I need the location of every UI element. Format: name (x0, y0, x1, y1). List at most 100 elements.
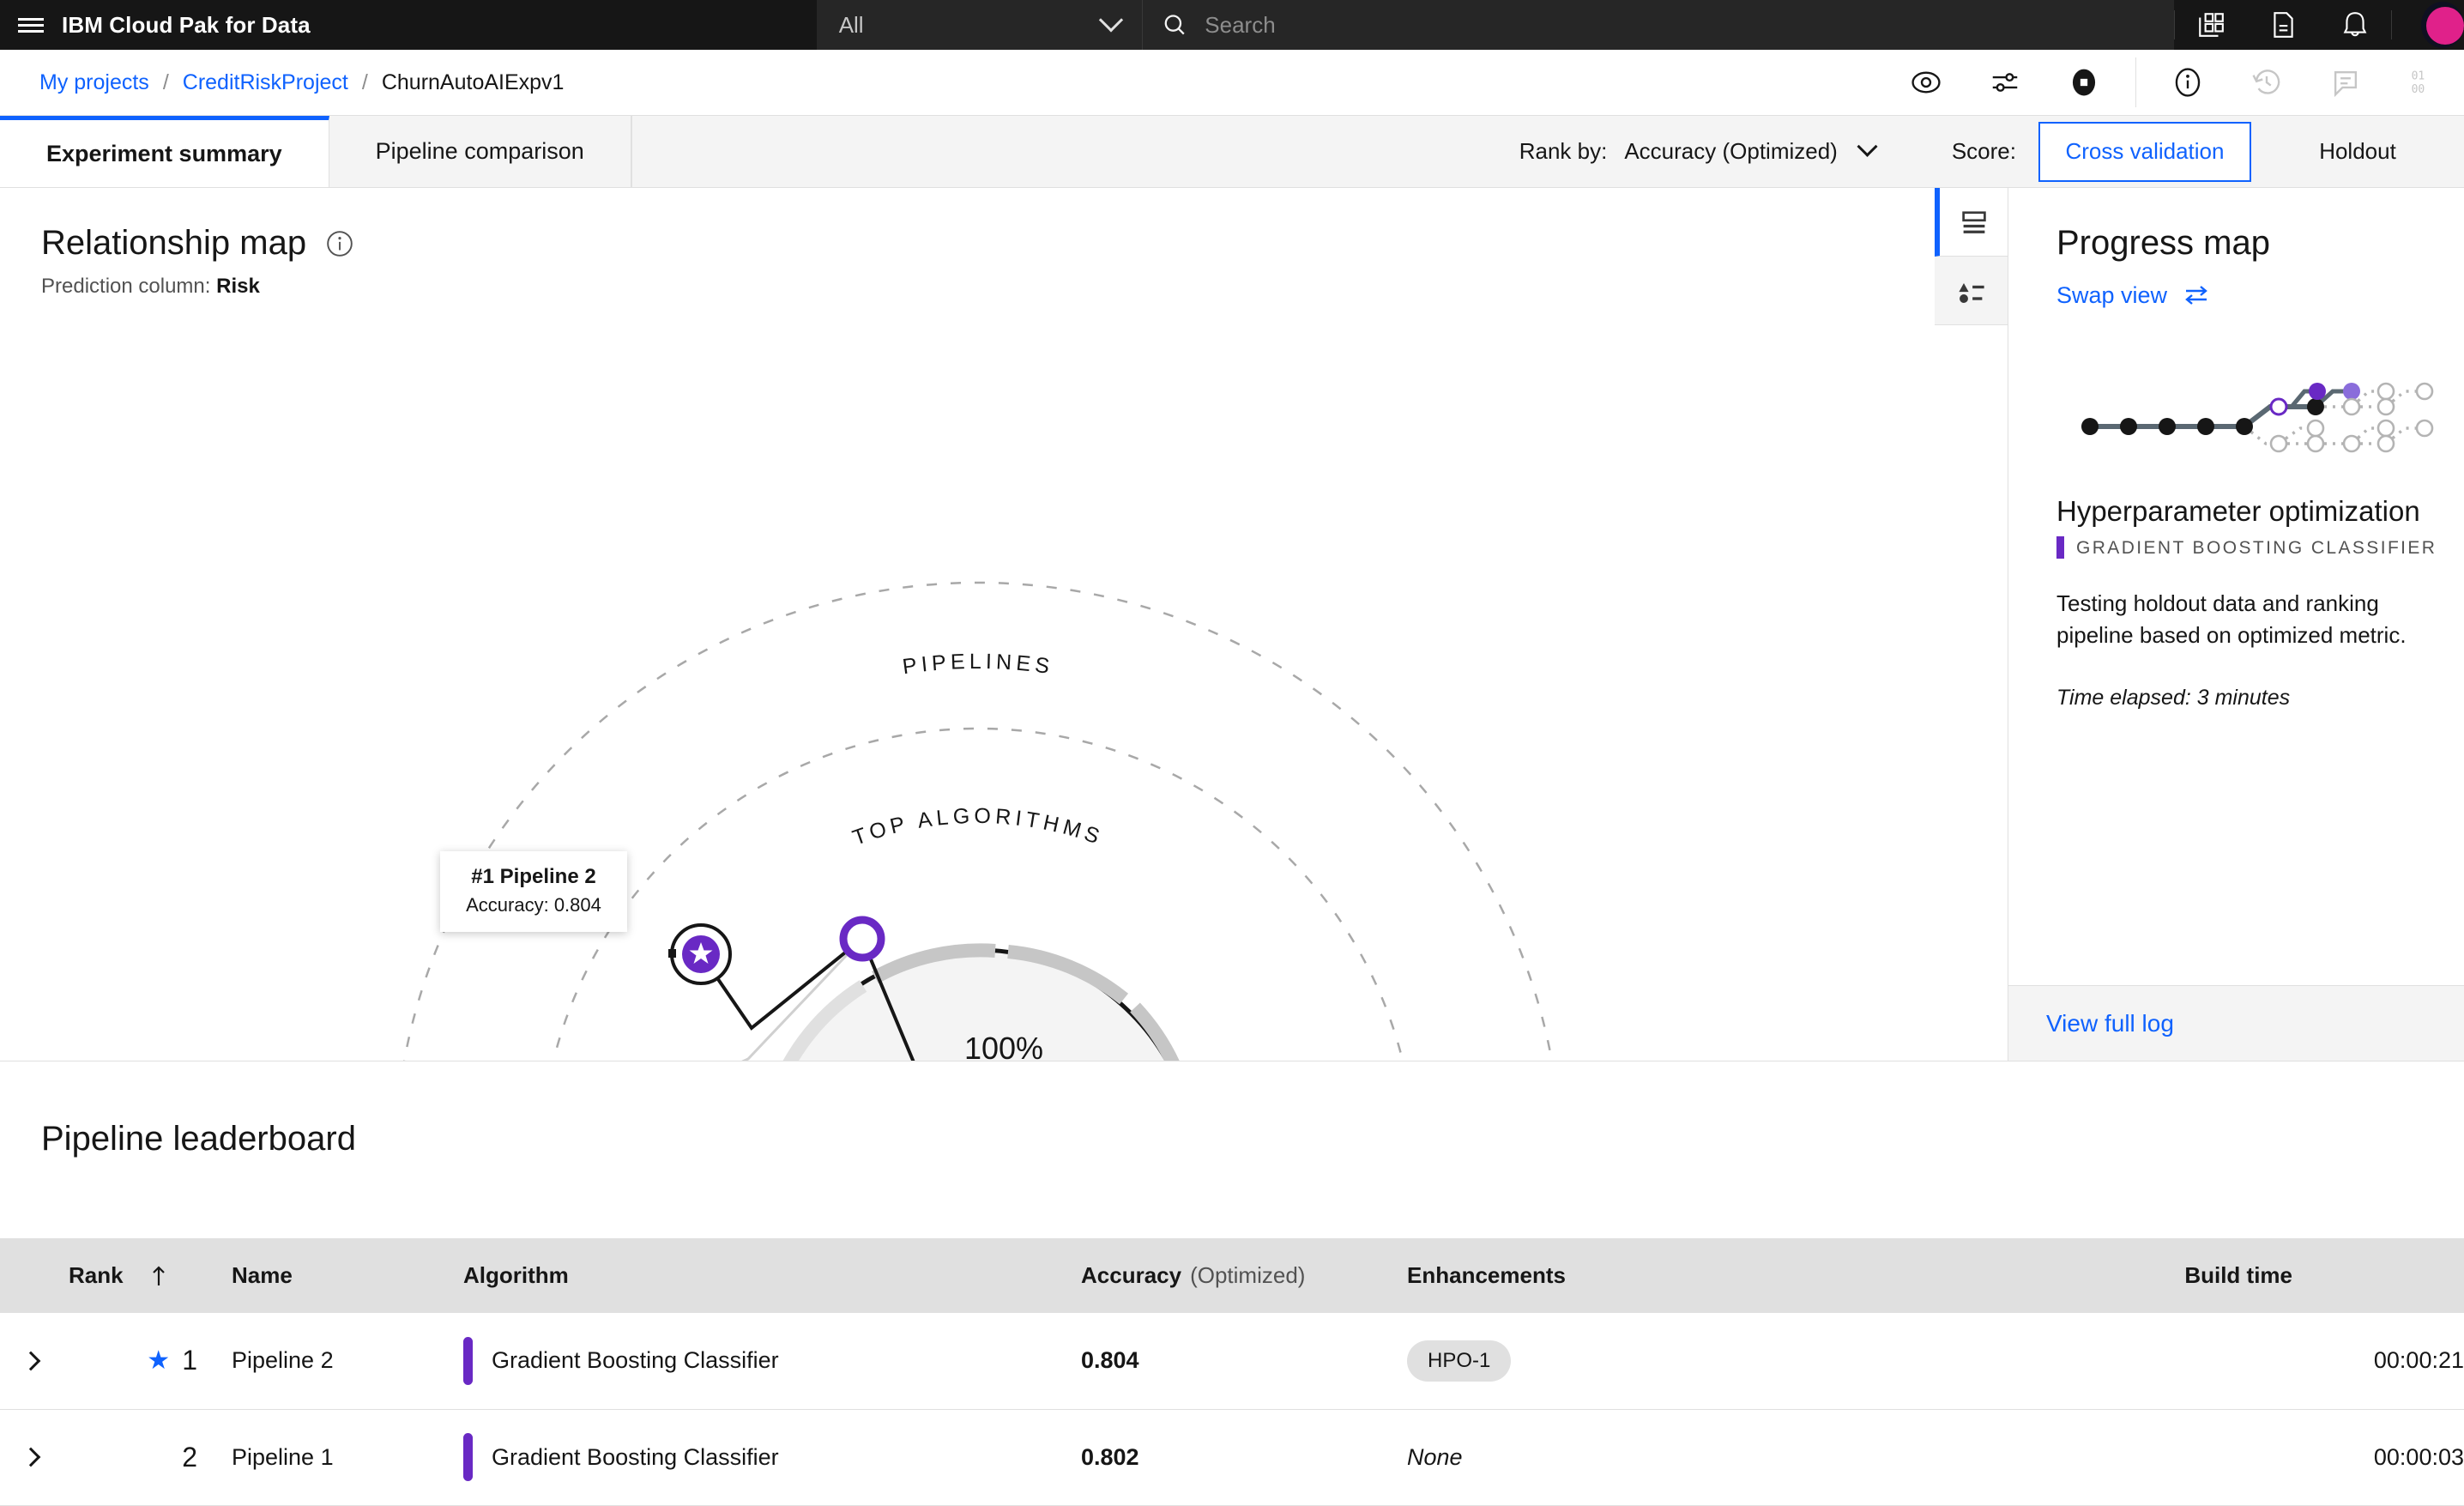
leaderboard-title: Pipeline leaderboard (41, 1120, 356, 1158)
chevron-right-icon[interactable] (21, 1447, 41, 1467)
row-expand-cell[interactable] (0, 1313, 69, 1410)
ring-label-pipelines: PIPELINES (901, 650, 1054, 679)
breadcrumb-item-project[interactable]: CreditRiskProject (183, 70, 348, 95)
tooltip-title: #1 Pipeline 2 (471, 865, 596, 888)
sort-ascending-arrow-icon (152, 1265, 165, 1285)
stop-experiment-icon[interactable] (2044, 50, 2123, 115)
tab-filler (631, 116, 1519, 187)
search-icon (1164, 15, 1185, 35)
relationship-map-panel: Relationship map Prediction column: Risk… (0, 188, 2008, 1061)
tab-pipeline-comparison[interactable]: Pipeline comparison (329, 116, 631, 187)
pipeline-leaderboard-table: Rank Name Algorithm Accuracy (Optimized) (0, 1238, 2464, 1506)
score-option-cross-validation[interactable]: Cross validation (2038, 121, 2251, 182)
progress-map-panel: Progress map Swap view Hyperparameter op… (2008, 188, 2464, 1061)
table-row[interactable]: ★ 1 Pipeline 2 Gradient Boosting Classif… (0, 1313, 2464, 1410)
notification-bell-icon[interactable] (2319, 0, 2391, 50)
rank-by-select[interactable]: Accuracy (Optimized) (1624, 136, 1878, 165)
row-expand-cell[interactable] (0, 1409, 69, 1506)
row-enhancements-cell: HPO-1 (1407, 1313, 2059, 1410)
column-label-name: Name (232, 1262, 293, 1288)
tooltip-metric: Accuracy: 0.804 (466, 894, 601, 916)
breadcrumb-separator: / (162, 70, 169, 94)
row-enhancements-cell: None (1407, 1409, 2059, 1506)
progress-time-elapsed: Time elapsed: 3 minutes (2056, 685, 2291, 710)
algorithm-value: Gradient Boosting Classifier (492, 1443, 779, 1470)
row-build-time-cell: 00:00:21 (2059, 1313, 2464, 1410)
column-label-rank: Rank (69, 1262, 124, 1288)
column-header-enhancements[interactable]: Enhancements (1407, 1238, 2059, 1313)
row-accuracy-cell: 0.804 (1081, 1313, 1407, 1410)
chevron-right-icon[interactable] (21, 1351, 41, 1371)
score-toggle-group: Cross validation Holdout (2038, 121, 2464, 182)
breadcrumb-item-current: ChurnAutoAIExpv1 (381, 70, 565, 94)
pipeline-node-2[interactable] (839, 916, 885, 962)
progress-node-pipeline-1 (2343, 383, 2360, 400)
relationship-map-graph[interactable]: PIPELINES TOP ALGORITHMS (0, 188, 2008, 1061)
product-title: IBM Cloud Pak for Data (62, 11, 311, 38)
scope-select[interactable]: All (816, 0, 1143, 50)
score-option-holdout[interactable]: Holdout (2251, 121, 2464, 182)
app-switcher-icon[interactable] (2175, 0, 2247, 50)
column-label-algorithm: Algorithm (463, 1262, 569, 1288)
scope-select-value: All (838, 11, 864, 38)
star-filled-icon[interactable]: ★ (147, 1346, 170, 1376)
chevron-down-icon (1098, 8, 1123, 33)
progress-node-completed (2081, 398, 2324, 435)
settings-sliders-icon[interactable] (1966, 50, 2044, 115)
comment-icon[interactable] (2306, 50, 2385, 115)
column-header-build-time[interactable]: Build time (2059, 1238, 2464, 1313)
row-build-time-cell: 00:00:03 (2059, 1409, 2464, 1506)
ring-label-top-algorithms: TOP ALGORITHMS (849, 804, 1107, 850)
svg-text:01: 01 (2412, 70, 2425, 82)
swap-arrows-icon (2185, 286, 2207, 305)
breadcrumb: My projects / CreditRiskProject / ChurnA… (0, 70, 564, 95)
svg-text:00: 00 (2412, 83, 2425, 96)
hamburger-menu-icon[interactable] (0, 0, 62, 50)
swap-view-button[interactable]: Swap view (2008, 263, 2464, 309)
rank-by-label: Rank by: (1519, 138, 1608, 164)
progress-map-graph[interactable] (2008, 336, 2464, 491)
view-toggle-rail (1935, 188, 2008, 325)
avatar[interactable] (2392, 0, 2464, 50)
column-header-rank[interactable]: Rank (69, 1238, 232, 1313)
column-header-accuracy[interactable]: Accuracy (Optimized) (1081, 1238, 1407, 1313)
row-algorithm-cell: Gradient Boosting Classifier (463, 1313, 1081, 1410)
header-spacer (336, 0, 817, 50)
breadcrumb-actions: 01 00 (1887, 50, 2464, 115)
swap-view-label: Swap view (2056, 281, 2168, 308)
search-input[interactable] (1205, 11, 2155, 39)
table-header-row: Rank Name Algorithm Accuracy (Optimized) (0, 1238, 2464, 1313)
breadcrumb-bar: My projects / CreditRiskProject / ChurnA… (0, 50, 2464, 116)
history-icon[interactable] (2227, 50, 2306, 115)
column-label-build-time: Build time (2184, 1262, 2292, 1288)
document-icon[interactable] (2247, 0, 2319, 50)
rank-by-value: Accuracy (Optimized) (1624, 138, 1838, 164)
list-view-icon[interactable] (1935, 257, 2008, 325)
info-icon[interactable] (2148, 50, 2227, 115)
row-name-cell: Pipeline 2 (232, 1313, 463, 1410)
progress-map-title: Progress map (2056, 224, 2270, 262)
table-row[interactable]: 2 Pipeline 1 Gradient Boosting Classifie… (0, 1409, 2464, 1506)
progress-stage-title: Hyperparameter optimization (2056, 495, 2420, 527)
tab-bar: Experiment summary Pipeline comparison R… (0, 116, 2464, 188)
column-label-enhancements: Enhancements (1407, 1262, 1566, 1288)
toolbar-divider (2135, 57, 2136, 107)
data-binary-icon[interactable]: 01 00 (2385, 50, 2464, 115)
column-header-algorithm[interactable]: Algorithm (463, 1238, 1081, 1313)
breadcrumb-item-my-projects[interactable]: My projects (39, 70, 149, 95)
view-full-log-link[interactable]: View full log (2046, 1010, 2174, 1037)
progress-description: Testing holdout data and ranking pipelin… (2056, 590, 2407, 648)
view-icon[interactable] (1887, 50, 1966, 115)
algorithm-value: Gradient Boosting Classifier (492, 1347, 779, 1374)
progress-stage-algorithm: GRADIENT BOOSTING CLASSIFIER (2008, 528, 2464, 559)
progress-node-pipeline-2 (2309, 383, 2326, 400)
tab-experiment-summary[interactable]: Experiment summary (0, 116, 329, 187)
summary-view-icon[interactable] (1935, 188, 2008, 257)
row-rank-cell: ★ 1 (69, 1313, 232, 1410)
progress-footer: View full log (2008, 985, 2464, 1061)
column-header-name[interactable]: Name (232, 1238, 463, 1313)
column-label-accuracy: Accuracy (1081, 1262, 1182, 1288)
global-search[interactable] (1142, 0, 2174, 50)
algorithm-color-bar (463, 1336, 473, 1385)
avatar-image (2421, 2, 2464, 48)
